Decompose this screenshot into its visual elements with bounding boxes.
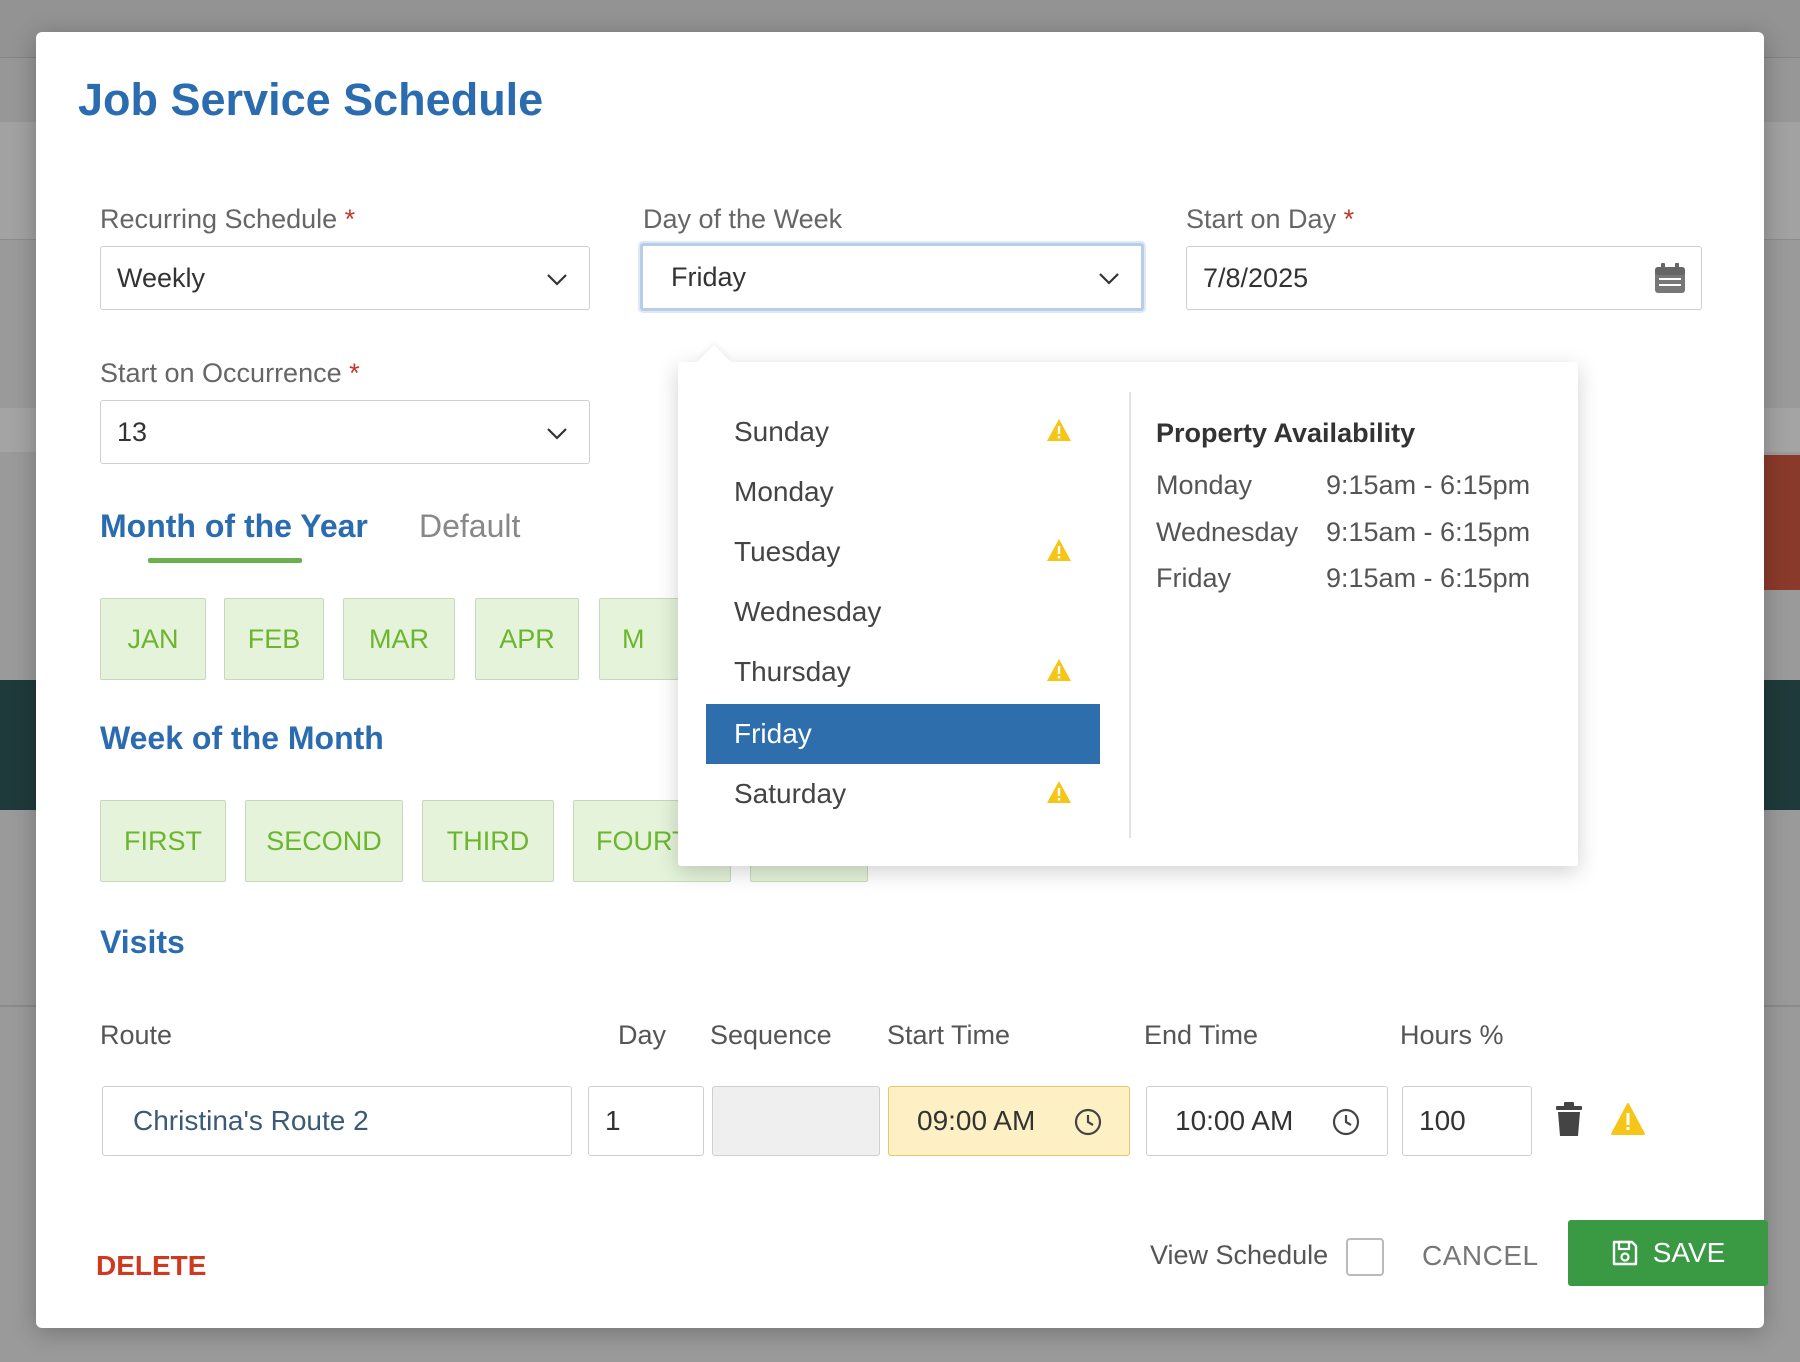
col-header-route: Route [100,1020,173,1050]
save-button[interactable]: SAVE [1568,1220,1768,1286]
availability-time: 9:15am - 6:15pm [1326,517,1531,547]
start-on-occurrence-label-text: Start on Occurrence [100,358,342,388]
option-label: Sunday [734,416,829,447]
warning-icon [1047,539,1071,561]
month-chip-jan[interactable]: JAN [100,598,206,680]
background-event [1764,680,1800,810]
property-availability-title: Property Availability [1156,418,1416,448]
month-chip-mar[interactable]: MAR [343,598,455,680]
option-label: Thursday [734,656,851,687]
modal-title: Job Service Schedule [78,74,544,125]
start-on-day-value: 7/8/2025 [1203,262,1309,293]
view-schedule-label: View Schedule [1150,1240,1329,1270]
availability-time: 9:15am - 6:15pm [1326,563,1531,593]
save-button-label: SAVE [1652,1237,1726,1268]
cancel-button[interactable]: CANCEL [1422,1240,1539,1272]
start-on-occurrence-value: 13 [117,416,148,447]
background-block [0,408,36,452]
month-chip-feb[interactable]: FEB [224,598,324,680]
calendar-icon[interactable] [1653,261,1687,295]
end-time-field[interactable]: 10:00 AM [1146,1086,1388,1156]
dropdown-caret [697,345,731,379]
required-asterisk: * [344,204,356,234]
background-event [0,680,36,810]
dropdown-option-monday[interactable]: Monday [706,462,1100,522]
col-header-start-time: Start Time [887,1020,1011,1050]
col-header-sequence: Sequence [710,1020,832,1050]
dropdown-divider [1129,392,1131,838]
dropdown-option-friday[interactable]: Friday [706,704,1100,764]
recurring-schedule-select[interactable]: Weekly [100,246,590,310]
job-service-schedule-modal: Job Service Schedule Recurring Schedule … [36,32,1768,1328]
warning-icon [1611,1103,1645,1135]
week-of-month-title: Week of the Month [100,720,384,756]
chevron-down-icon [1099,273,1119,285]
tab-default[interactable]: Default [419,508,520,545]
day-of-week-select[interactable]: Friday [640,243,1144,311]
week-chip-second[interactable]: SECOND [245,800,403,882]
visits-title: Visits [100,924,185,960]
start-on-occurrence-label: Start on Occurrence * [100,358,360,389]
background-event [1764,455,1800,590]
view-schedule-checkbox[interactable] [1346,1238,1384,1276]
option-label: Friday [734,718,812,749]
dropdown-option-tuesday[interactable]: Tuesday [706,522,1100,582]
start-time-value: 09:00 AM [917,1105,1036,1136]
option-label: Saturday [734,778,847,809]
day-field[interactable]: 1 [588,1086,704,1156]
chevron-down-icon [547,428,567,440]
dropdown-option-wednesday[interactable]: Wednesday [706,582,1100,642]
start-on-day-label: Start on Day * [1186,204,1354,235]
availability-day: Wednesday [1156,517,1299,547]
day-of-week-label: Day of the Week [643,204,843,234]
col-header-end-time: End Time [1144,1020,1259,1050]
warning-icon [1047,781,1071,803]
background-block [1764,408,1800,452]
week-chip-third[interactable]: THIRD [422,800,554,882]
required-asterisk: * [349,358,360,388]
availability-time: 9:15am - 6:15pm [1326,470,1531,500]
month-chip-apr[interactable]: APR [475,598,579,680]
sequence-field [712,1086,880,1156]
warning-icon [1047,659,1071,681]
hours-pct-field[interactable]: 100 [1402,1086,1532,1156]
warning-icon [1047,419,1071,441]
col-header-day: Day [618,1020,667,1050]
recurring-schedule-label: Recurring Schedule * [100,204,355,235]
start-on-day-label-text: Start on Day [1186,204,1337,234]
trash-icon[interactable] [1554,1102,1584,1138]
availability-day: Friday [1156,563,1232,593]
start-time-field[interactable]: 09:00 AM [888,1086,1130,1156]
recurring-schedule-label-text: Recurring Schedule [100,204,338,234]
month-chip-may[interactable]: M [599,598,679,680]
route-field[interactable]: Christina's Route 2 [102,1086,572,1156]
day-of-week-dropdown: Sunday Monday Tuesday Wednesday Thursday… [678,345,1578,866]
clock-icon[interactable] [1331,1107,1361,1137]
chevron-down-icon [547,274,567,286]
col-header-hours-pct: Hours % [1400,1020,1504,1050]
recurring-schedule-value: Weekly [117,262,206,293]
option-label: Wednesday [734,596,882,627]
option-label: Tuesday [734,536,841,567]
availability-day: Monday [1156,470,1253,500]
option-label: Monday [734,476,834,507]
dropdown-option-thursday[interactable]: Thursday [706,642,1100,702]
end-time-value: 10:00 AM [1175,1105,1294,1136]
start-on-occurrence-select[interactable]: 13 [100,400,590,464]
clock-icon[interactable] [1073,1107,1103,1137]
week-chip-first[interactable]: FIRST [100,800,226,882]
tab-month-of-the-year[interactable]: Month of the Year [100,508,368,545]
day-of-week-value: Friday [671,261,747,292]
start-on-day-input[interactable]: 7/8/2025 [1186,246,1702,310]
required-asterisk: * [1343,204,1355,234]
delete-button[interactable]: DELETE [96,1250,206,1282]
active-tab-underline [148,558,302,563]
floppy-disk-icon [1612,1240,1637,1266]
dropdown-option-sunday[interactable]: Sunday [706,402,1100,462]
dropdown-option-saturday[interactable]: Saturday [706,764,1100,824]
